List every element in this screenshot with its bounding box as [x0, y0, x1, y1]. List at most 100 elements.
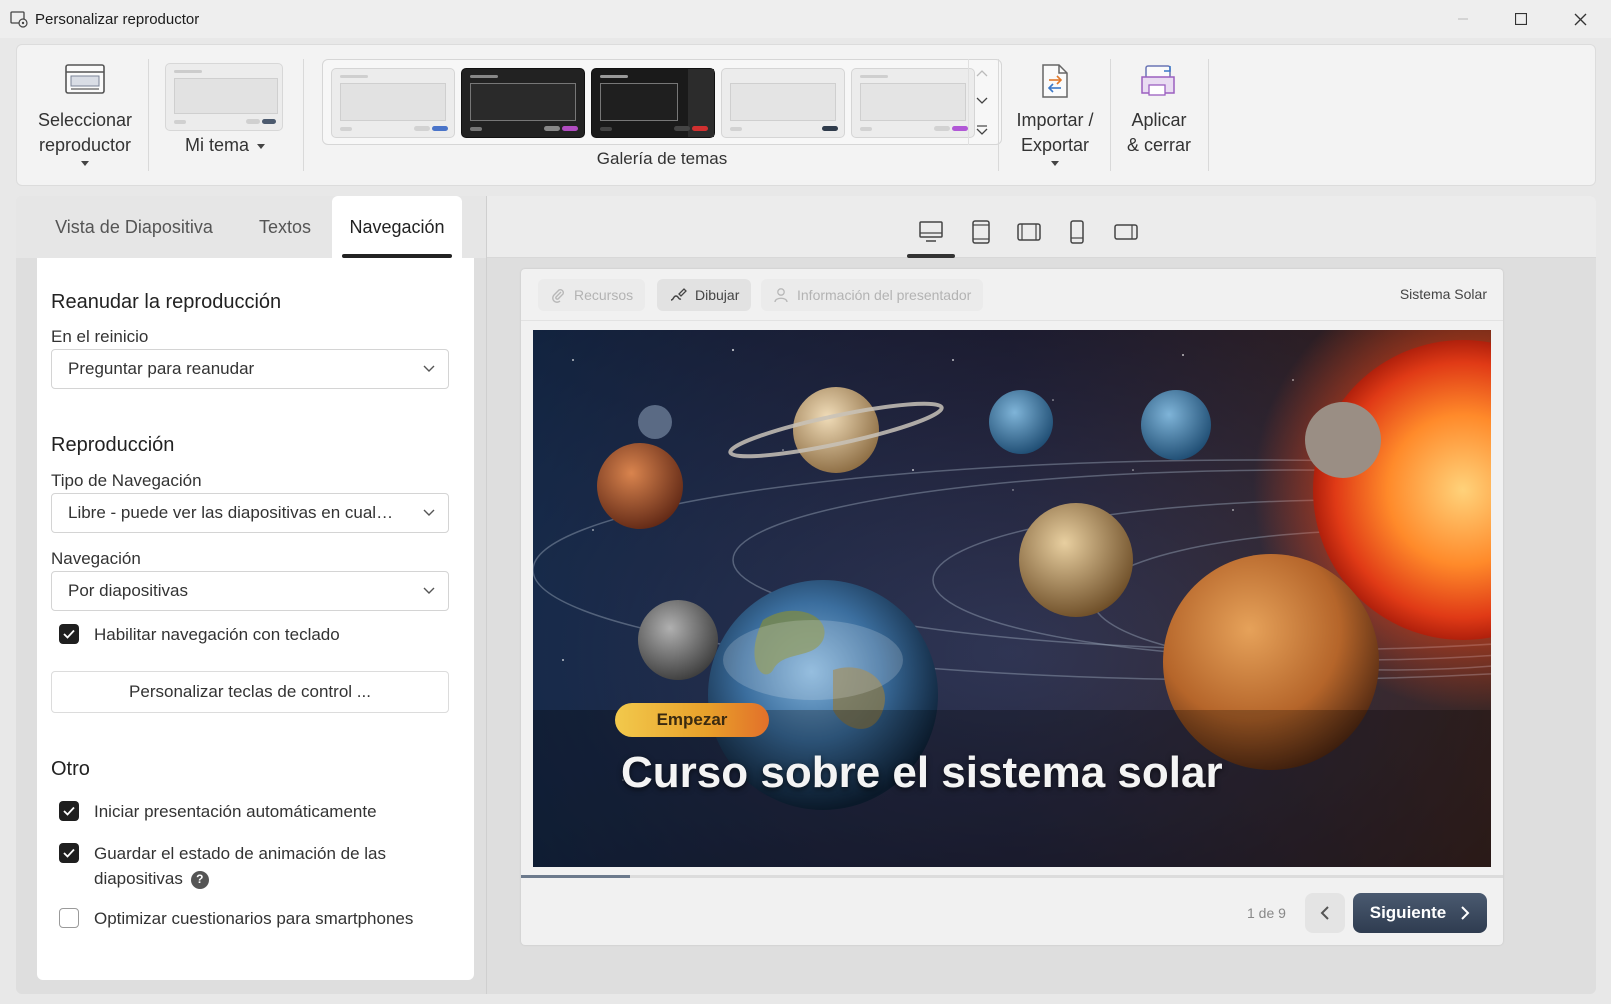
apply-close-button[interactable]: Aplicar & cerrar	[1115, 45, 1203, 175]
tablet-landscape-icon[interactable]	[1005, 206, 1053, 258]
progress-fill	[521, 875, 630, 878]
chevron-left-icon	[1320, 906, 1329, 920]
import-export-label-2: Exportar	[1020, 135, 1090, 155]
window-title: Personalizar reproductor	[35, 10, 200, 28]
save-state-label-line2: diapositivas	[94, 869, 183, 888]
navigation-settings-panel: Reanudar la reproducción En el reinicio …	[37, 258, 474, 980]
previous-button[interactable]	[1305, 893, 1345, 933]
chevron-down-icon	[423, 509, 435, 516]
next-label: Siguiente	[1369, 903, 1447, 922]
slide-title: Curso sobre el sistema solar	[621, 748, 1223, 797]
navigation-select[interactable]: Por diapositivas	[51, 571, 449, 611]
resources-button[interactable]: Recursos	[538, 279, 646, 311]
autostart-checkbox[interactable]	[59, 801, 79, 821]
keyboard-nav-label: Habilitar navegación con teclado	[94, 625, 340, 644]
app-icon	[9, 9, 29, 29]
gallery-label: Galería de temas	[596, 149, 728, 168]
theme-option-2[interactable]	[461, 68, 585, 138]
customize-keys-label: Personalizar teclas de control ...	[129, 682, 371, 701]
gallery-expand-icon[interactable]	[976, 125, 988, 135]
desktop-icon[interactable]	[907, 206, 955, 258]
select-player-button[interactable]: Seleccionar reproductor	[25, 45, 145, 175]
my-theme-button[interactable]: Mi tema	[163, 45, 287, 175]
select-player-label-1: Seleccionar	[37, 110, 133, 130]
chevron-up-icon[interactable]	[976, 69, 988, 77]
presenter-info-button[interactable]: Información del presentador	[761, 279, 984, 311]
chevron-down-icon	[81, 160, 89, 166]
chevron-down-icon	[423, 587, 435, 594]
section-heading-other: Otro	[51, 758, 90, 780]
theme-option-5[interactable]	[851, 68, 975, 138]
chevron-down-icon	[1051, 160, 1059, 166]
autostart-checkbox-row[interactable]: Iniciar presentación automáticamente	[59, 799, 377, 824]
navigation-label: Navegación	[51, 549, 141, 568]
theme-option-4[interactable]	[721, 68, 845, 138]
import-export-button[interactable]: Importar / Exportar	[1007, 45, 1103, 175]
close-button[interactable]	[1551, 0, 1609, 38]
tab-texts[interactable]: Textos	[238, 196, 332, 258]
my-theme-label: Mi tema	[184, 135, 249, 155]
player-window-icon	[25, 63, 145, 99]
draw-label: Dibujar	[695, 287, 740, 303]
tab-label: Vista de Diapositiva	[55, 216, 213, 237]
apply-close-label-2: & cerrar	[1126, 135, 1191, 155]
tab-navigation[interactable]: Navegación	[332, 196, 462, 258]
user-icon	[774, 288, 788, 303]
restart-select[interactable]: Preguntar para reanudar	[51, 349, 449, 389]
theme-option-1[interactable]	[331, 68, 455, 138]
optimize-label: Optimizar cuestionarios para smartphones	[94, 909, 414, 928]
ribbon-toolbar: Seleccionar reproductor Mi tema Galería …	[16, 44, 1596, 186]
gallery-scroll	[968, 59, 994, 145]
title-bar: Personalizar reproductor	[0, 0, 1611, 38]
slide-counter: 1 de 9	[1247, 905, 1286, 921]
minimize-button[interactable]	[1434, 0, 1492, 38]
chevron-down-icon[interactable]	[976, 97, 988, 105]
nav-type-select[interactable]: Libre - puede ver las diapositivas en cu…	[51, 493, 449, 533]
section-heading-resume: Reanudar la reproducción	[51, 291, 282, 313]
restart-label: En el reinicio	[51, 327, 149, 346]
start-button[interactable]: Empezar	[615, 703, 769, 737]
course-title: Sistema Solar	[1399, 286, 1487, 302]
maximize-button[interactable]	[1492, 0, 1550, 38]
my-theme-thumbnail	[165, 63, 283, 131]
theme-option-3[interactable]	[591, 68, 715, 138]
import-export-label-1: Importar /	[1016, 110, 1094, 130]
theme-gallery	[322, 59, 1002, 145]
apply-close-label-1: Aplicar	[1131, 110, 1187, 130]
player-topbar: Recursos Dibujar Información del present…	[521, 269, 1503, 321]
keyboard-nav-checkbox-row[interactable]: Habilitar navegación con teclado	[59, 622, 340, 647]
save-state-checkbox-row[interactable]: Guardar el estado de animación de las di…	[59, 841, 386, 891]
select-player-label-2: reproductor	[38, 135, 132, 155]
settings-tabs: Vista de Diapositiva Textos Navegación	[16, 196, 486, 258]
chevron-down-icon	[257, 143, 266, 149]
ribbon-separator	[1110, 59, 1111, 171]
player-preview: Recursos Dibujar Información del present…	[521, 269, 1503, 945]
device-preview-bar	[487, 196, 1596, 258]
customize-keys-button[interactable]: Personalizar teclas de control ...	[51, 671, 449, 713]
presenter-info-label: Información del presentador	[797, 287, 972, 303]
ribbon-separator	[303, 59, 304, 171]
help-icon[interactable]: ?	[190, 870, 209, 889]
progress-bar[interactable]	[521, 875, 1503, 878]
tab-slide-view[interactable]: Vista de Diapositiva	[34, 196, 234, 258]
checkmark-icon	[63, 848, 75, 858]
phone-landscape-icon[interactable]	[1102, 206, 1150, 258]
autostart-label: Iniciar presentación automáticamente	[94, 802, 377, 821]
import-export-icon	[1007, 63, 1103, 99]
draw-button[interactable]: Dibujar	[657, 279, 752, 311]
phone-portrait-icon[interactable]	[1053, 206, 1101, 258]
chevron-right-icon	[1461, 906, 1470, 920]
next-button[interactable]: Siguiente	[1353, 893, 1487, 933]
ribbon-separator	[1208, 59, 1209, 171]
ribbon-separator	[998, 59, 999, 171]
tab-label: Textos	[258, 216, 312, 237]
keyboard-nav-checkbox[interactable]	[59, 624, 79, 644]
optimize-checkbox[interactable]	[59, 908, 79, 928]
save-state-label: Guardar el estado de animación de las di…	[94, 841, 386, 891]
tablet-portrait-icon[interactable]	[957, 206, 1005, 258]
save-state-checkbox[interactable]	[59, 843, 79, 863]
nav-type-label: Tipo de Navegación	[51, 471, 202, 490]
ribbon-separator	[148, 59, 149, 171]
tab-label: Navegación	[349, 216, 445, 237]
optimize-checkbox-row[interactable]: Optimizar cuestionarios para smartphones	[59, 906, 413, 931]
